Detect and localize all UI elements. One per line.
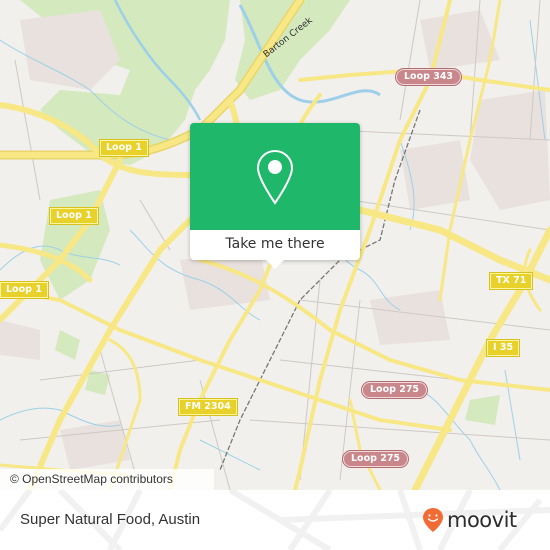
route-shield-loop275: Loop 275 — [360, 381, 429, 399]
route-shield-loop275: Loop 275 — [341, 450, 410, 468]
popup-pointer — [266, 260, 284, 269]
route-shield-loop1: Loop 1 — [99, 139, 149, 157]
footer-bar: Super Natural Food, Austin moovit — [0, 490, 550, 550]
take-me-there-button[interactable]: Take me there — [190, 230, 360, 260]
map-view[interactable]: Loop 1 Loop 1 Loop 1 Loop 343 TX 71 I 35… — [0, 0, 550, 490]
route-shield-loop1: Loop 1 — [49, 207, 99, 225]
route-shield-fm2304: FM 2304 — [178, 398, 238, 416]
route-shield-i35: I 35 — [485, 339, 521, 357]
brand-wordmark: moovit — [447, 507, 517, 532]
route-shield-tx71: TX 71 — [488, 272, 534, 290]
route-shield-loop1: Loop 1 — [0, 281, 49, 299]
route-shield-loop343: Loop 343 — [394, 68, 463, 86]
popup-header[interactable] — [190, 123, 360, 230]
moovit-smile-icon — [423, 508, 443, 532]
map-pin-icon — [256, 149, 294, 205]
place-name: Super Natural Food, Austin — [20, 511, 201, 528]
map-attribution[interactable]: © OpenStreetMap contributors — [0, 469, 214, 490]
moovit-logo[interactable]: moovit — [422, 507, 517, 533]
location-popup[interactable]: Take me there — [190, 123, 360, 269]
